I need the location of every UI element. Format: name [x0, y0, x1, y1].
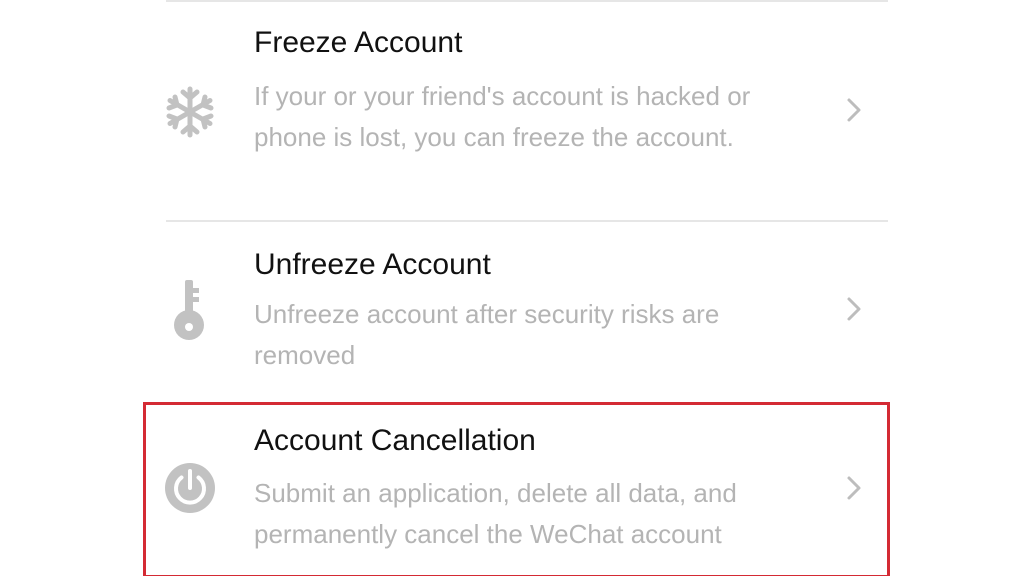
menu-item-unfreeze-account[interactable]: Unfreeze Account Unfreeze account after … — [140, 222, 890, 398]
account-security-screen: Freeze Account If your or your friend's … — [0, 0, 1024, 576]
menu-item-description: If your or your friend's account is hack… — [254, 81, 751, 152]
chevron-right-icon — [847, 297, 861, 321]
menu-item-title: Account Cancellation — [254, 424, 536, 457]
menu-item-title: Unfreeze Account — [254, 248, 491, 281]
power-icon — [165, 463, 215, 513]
menu-item-account-cancellation[interactable]: Account Cancellation Submit an applicati… — [140, 402, 890, 576]
menu-item-freeze-account[interactable]: Freeze Account If your or your friend's … — [140, 4, 890, 220]
chevron-right-icon — [847, 476, 861, 500]
divider-top — [166, 0, 888, 2]
menu-item-description: Unfreeze account after security risks ar… — [254, 299, 720, 370]
chevron-right-icon — [847, 98, 861, 122]
snowflake-icon — [166, 86, 214, 138]
menu-item-description: Submit an application, delete all data, … — [254, 478, 737, 549]
key-icon — [174, 280, 204, 340]
menu-item-title: Freeze Account — [254, 26, 463, 59]
